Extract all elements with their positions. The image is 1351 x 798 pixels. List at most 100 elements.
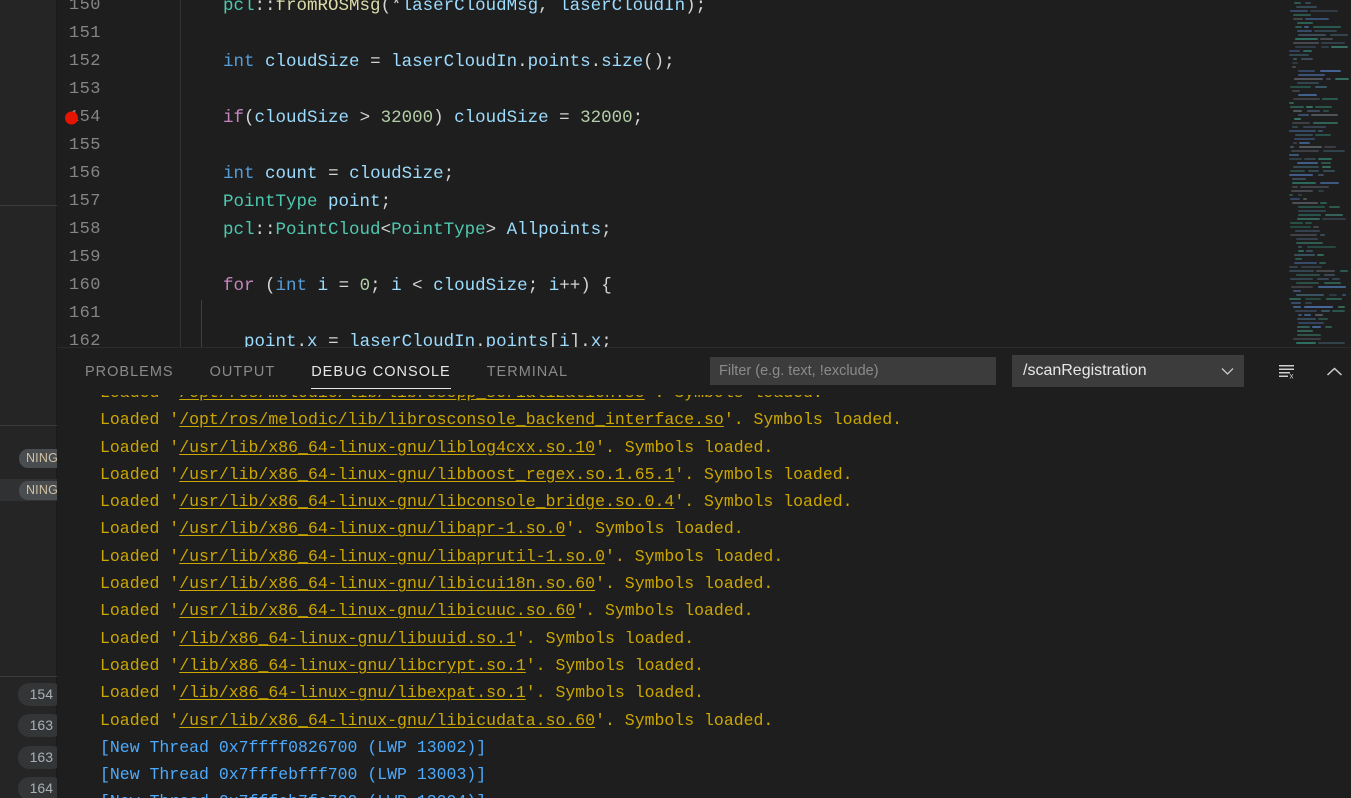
code-text[interactable]: [123, 20, 706, 48]
breakpoint-icon[interactable]: [65, 111, 78, 125]
code-text[interactable]: pcl::fromROSMsg(*laserCloudMsg, laserClo…: [123, 0, 706, 20]
code-line[interactable]: 157 PointType point;: [57, 188, 706, 216]
minimap-line: [1296, 342, 1316, 344]
sidebar-breakpoint-row[interactable]: 154: [0, 682, 63, 706]
sidebar-call-stack-row[interactable]: NING: [0, 479, 65, 501]
console-log-line[interactable]: [New Thread 0x7fffebfff700 (LWP 13003)]: [100, 761, 1351, 788]
console-log-line[interactable]: Loaded '/lib/x86_64-linux-gnu/libexpat.s…: [100, 679, 1351, 706]
log-file-link[interactable]: /lib/x86_64-linux-gnu/libcrypt.so.1: [179, 656, 526, 675]
code-line[interactable]: 153: [57, 76, 706, 104]
code-text[interactable]: int cloudSize = laserCloudIn.points.size…: [123, 48, 706, 76]
code-text[interactable]: if(cloudSize > 32000) cloudSize = 32000;: [123, 104, 706, 132]
log-file-link[interactable]: /usr/lib/x86_64-linux-gnu/libicuuc.so.60: [179, 601, 575, 620]
code-line[interactable]: 156 int count = cloudSize;: [57, 160, 706, 188]
code-text[interactable]: point.x = laserCloudIn.points[i].x;: [123, 328, 706, 347]
line-number[interactable]: 160: [57, 272, 123, 300]
panel-tab-debug-console[interactable]: DEBUG CONSOLE: [311, 350, 451, 393]
console-log-line[interactable]: Loaded '/usr/lib/x86_64-linux-gnu/libicu…: [100, 570, 1351, 597]
code-line[interactable]: 161: [57, 300, 706, 328]
code-line[interactable]: 162 point.x = laserCloudIn.points[i].x;: [57, 328, 706, 347]
sidebar-breakpoint-row[interactable]: 164: [0, 777, 63, 798]
code-text[interactable]: [123, 132, 706, 160]
minimap-line: [1290, 106, 1304, 108]
code-text[interactable]: [123, 244, 706, 272]
code-editor[interactable]: 150 pcl::fromROSMsg(*laserCloudMsg, lase…: [57, 0, 1351, 347]
minimap-line: [1310, 10, 1338, 12]
panel-tab-terminal[interactable]: TERMINAL: [487, 350, 568, 393]
line-number[interactable]: 156: [57, 160, 123, 188]
minimap-line: [1294, 78, 1323, 80]
log-file-link[interactable]: /opt/ros/melodic/lib/librosconsole_backe…: [179, 410, 724, 429]
line-number[interactable]: 158: [57, 216, 123, 244]
code-line[interactable]: 158 pcl::PointCloud<PointType> Allpoints…: [57, 216, 706, 244]
console-log-line[interactable]: Loaded '/usr/lib/x86_64-linux-gnu/libapr…: [100, 515, 1351, 542]
line-number[interactable]: 161: [57, 300, 123, 328]
clear-console-icon[interactable]: x: [1275, 360, 1299, 384]
sidebar-call-stack-row[interactable]: NING: [0, 447, 65, 469]
console-log-line[interactable]: Loaded '/usr/lib/x86_64-linux-gnu/liblog…: [100, 434, 1351, 461]
log-file-link[interactable]: /usr/lib/x86_64-linux-gnu/libicui18n.so.…: [179, 574, 595, 593]
minimap-line: [1340, 270, 1348, 272]
line-number[interactable]: 155: [57, 132, 123, 160]
debug-console-output[interactable]: Loaded '/opt/ros/melodic/lib/libroscpp_s…: [57, 395, 1351, 798]
console-log-line[interactable]: Loaded '/opt/ros/melodic/lib/librosconso…: [100, 406, 1351, 433]
log-file-link[interactable]: /usr/lib/x86_64-linux-gnu/libicudata.so.…: [179, 711, 595, 730]
minimap-line: [1315, 86, 1327, 88]
code-text[interactable]: for (int i = 0; i < cloudSize; i++) {: [123, 272, 706, 300]
code-text[interactable]: PointType point;: [123, 188, 706, 216]
collapse-panel-icon[interactable]: [1322, 360, 1346, 384]
minimap-line: [1289, 54, 1309, 56]
sidebar-breakpoint-row[interactable]: 163: [0, 714, 63, 737]
line-number[interactable]: 152: [57, 48, 123, 76]
log-file-link[interactable]: /lib/x86_64-linux-gnu/libuuid.so.1: [179, 629, 516, 648]
console-log-line[interactable]: [New Thread 0x7fffeb7fe700 (LWP 13004)]: [100, 788, 1351, 798]
minimap-line: [1298, 214, 1321, 216]
code-line[interactable]: 159: [57, 244, 706, 272]
log-file-link[interactable]: /usr/lib/x86_64-linux-gnu/libapr-1.so.0: [179, 519, 565, 538]
log-file-link[interactable]: /usr/lib/x86_64-linux-gnu/libaprutil-1.s…: [179, 547, 605, 566]
line-number[interactable]: 162: [57, 328, 123, 347]
console-log-line[interactable]: Loaded '/lib/x86_64-linux-gnu/libcrypt.s…: [100, 652, 1351, 679]
code-line[interactable]: 160 for (int i = 0; i < cloudSize; i++) …: [57, 272, 706, 300]
panel-tab-output[interactable]: OUTPUT: [210, 350, 276, 393]
code-text[interactable]: [123, 300, 706, 328]
debug-session-select[interactable]: /scanRegistration: [1012, 355, 1244, 387]
console-log-line[interactable]: Loaded '/lib/x86_64-linux-gnu/libuuid.so…: [100, 625, 1351, 652]
line-number[interactable]: 153: [57, 76, 123, 104]
log-file-link[interactable]: /usr/lib/x86_64-linux-gnu/libconsole_bri…: [179, 492, 674, 511]
console-log-line[interactable]: Loaded '/usr/lib/x86_64-linux-gnu/libicu…: [100, 707, 1351, 734]
code-text[interactable]: pcl::PointCloud<PointType> Allpoints;: [123, 216, 706, 244]
console-log-line[interactable]: Loaded '/opt/ros/melodic/lib/libroscpp_s…: [100, 395, 1351, 406]
code-line[interactable]: 152 int cloudSize = laserCloudIn.points.…: [57, 48, 706, 76]
code-text[interactable]: [123, 76, 706, 104]
code-line[interactable]: 151: [57, 20, 706, 48]
console-log-line[interactable]: [New Thread 0x7ffff0826700 (LWP 13002)]: [100, 734, 1351, 761]
log-file-link[interactable]: /lib/x86_64-linux-gnu/libexpat.so.1: [179, 683, 526, 702]
console-log-line[interactable]: Loaded '/usr/lib/x86_64-linux-gnu/libcon…: [100, 488, 1351, 515]
console-log-line[interactable]: Loaded '/usr/lib/x86_64-linux-gnu/libapr…: [100, 543, 1351, 570]
sidebar-breakpoint-row[interactable]: 163: [0, 745, 63, 769]
log-file-link[interactable]: /opt/ros/melodic/lib/libroscpp_serializa…: [179, 395, 644, 402]
minimap-line: [1318, 286, 1346, 288]
code-text[interactable]: int count = cloudSize;: [123, 160, 706, 188]
log-file-link[interactable]: /usr/lib/x86_64-linux-gnu/liblog4cxx.so.…: [179, 438, 595, 457]
minimap-line: [1304, 26, 1309, 28]
console-log-line[interactable]: Loaded '/usr/lib/x86_64-linux-gnu/libicu…: [100, 597, 1351, 624]
minimap-line: [1304, 306, 1333, 308]
minimap-line: [1290, 86, 1311, 88]
panel-tab-problems[interactable]: PROBLEMS: [85, 350, 174, 393]
log-file-link[interactable]: /usr/lib/x86_64-linux-gnu/libboost_regex…: [179, 465, 674, 484]
line-number[interactable]: 157: [57, 188, 123, 216]
line-number[interactable]: 154: [57, 104, 123, 132]
line-number[interactable]: 150: [57, 0, 123, 20]
console-log-line[interactable]: Loaded '/usr/lib/x86_64-linux-gnu/libboo…: [100, 461, 1351, 488]
code-line[interactable]: 150 pcl::fromROSMsg(*laserCloudMsg, lase…: [57, 0, 706, 20]
line-number[interactable]: 151: [57, 20, 123, 48]
line-number[interactable]: 159: [57, 244, 123, 272]
code-line[interactable]: 154 if(cloudSize > 32000) cloudSize = 32…: [57, 104, 706, 132]
code-line[interactable]: 155: [57, 132, 706, 160]
filter-input[interactable]: [710, 357, 996, 385]
minimap[interactable]: [1285, 0, 1351, 347]
